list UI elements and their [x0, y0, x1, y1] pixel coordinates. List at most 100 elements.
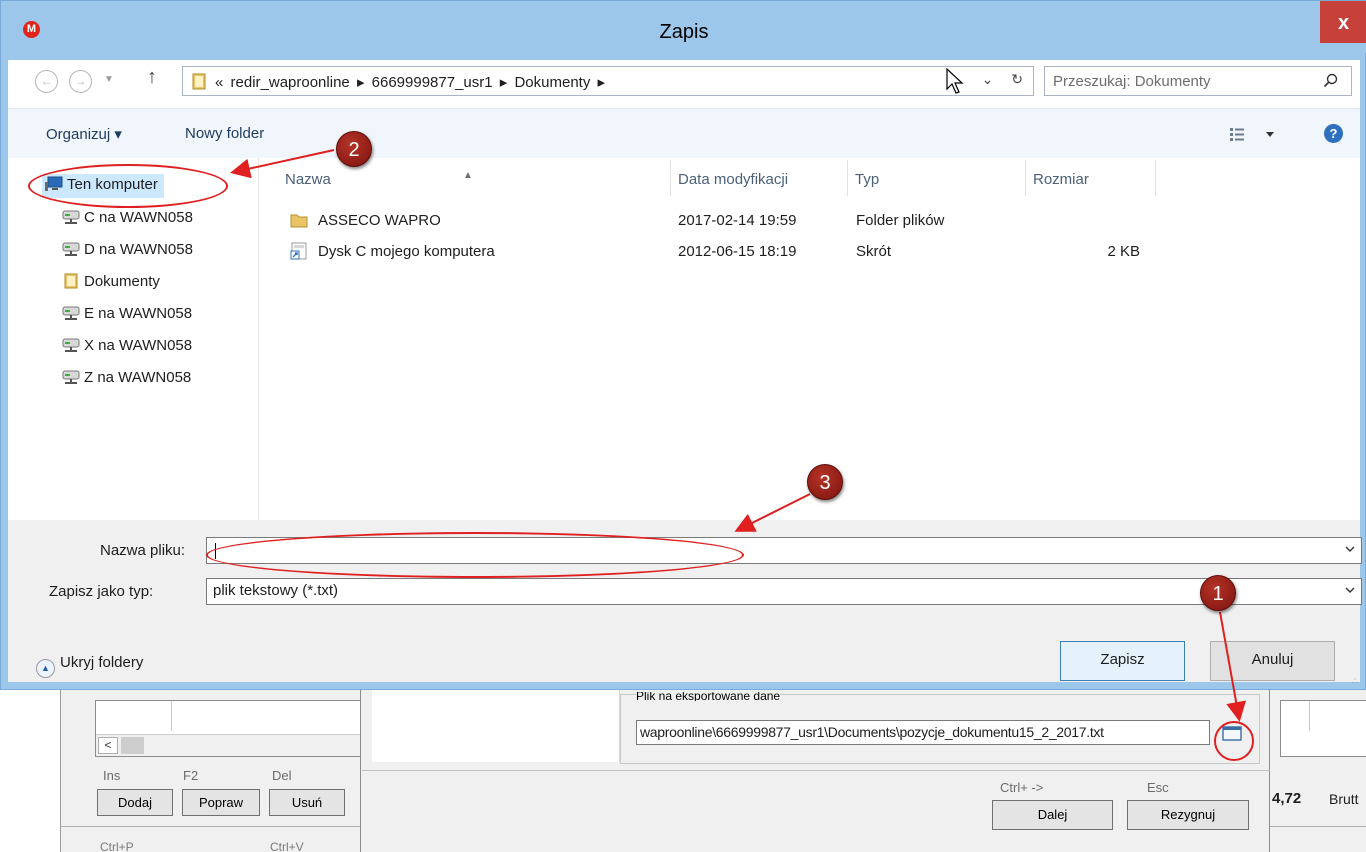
tree-item-drive-c[interactable]: C na WAWN058: [62, 207, 193, 231]
library-icon: [192, 73, 206, 90]
export-path-input[interactable]: waproonline\6669999877_usr1\Documents\po…: [636, 720, 1210, 745]
breadcrumb-item[interactable]: redir_waproonline: [231, 74, 350, 91]
tree-item-label: X na WAWN058: [84, 337, 193, 354]
chevron-up-icon: ▲: [36, 659, 55, 678]
scroll-left-button[interactable]: <: [98, 737, 118, 754]
shortcut-ctrl-v: Ctrl+V: [270, 840, 304, 852]
filetype-label: Zapisz jako typ:: [49, 583, 154, 600]
toolbar: Organizuj ▾ Nowy folder ?: [8, 108, 1360, 158]
breadcrumb-item[interactable]: Dokumenty: [514, 74, 590, 91]
tree-item-documents[interactable]: Dokumenty: [62, 271, 160, 295]
edit-button[interactable]: Popraw: [182, 789, 260, 816]
file-row[interactable]: ASSECO WAPRO 2017-02-14 19:59 Folder pli…: [278, 208, 1156, 236]
cancel-button[interactable]: Anuluj: [1210, 641, 1335, 681]
shortcut-icon: [290, 239, 308, 265]
view-options-icon[interactable]: [1228, 126, 1288, 142]
column-header-type[interactable]: Typ: [848, 160, 1026, 196]
dialog-title: Zapis: [659, 21, 709, 43]
chevron-down-icon[interactable]: ⌄: [982, 71, 994, 87]
add-button[interactable]: Dodaj: [97, 789, 173, 816]
annotation-badge-2: 2: [336, 131, 372, 167]
library-icon: [64, 273, 78, 289]
file-name: Dysk C mojego komputera: [318, 243, 495, 260]
network-drive-icon: [62, 242, 80, 256]
search-icon[interactable]: [1323, 73, 1339, 89]
file-date: 2017-02-14 19:59: [678, 212, 797, 229]
tree-item-drive-e[interactable]: E na WAWN058: [62, 303, 192, 327]
filetype-value: plik tekstowy (*.txt): [213, 582, 339, 599]
address-controls: ⌄ ↻: [982, 71, 1023, 88]
resize-grip-icon[interactable]: ∴: [1352, 676, 1362, 848]
chevron-down-icon[interactable]: [1345, 585, 1355, 595]
network-drive-icon: [62, 210, 80, 224]
close-button[interactable]: x: [1320, 1, 1366, 43]
organize-menu[interactable]: Organizuj ▾: [46, 125, 122, 143]
network-drive-icon: [62, 306, 80, 320]
tree-item-label: E na WAWN058: [84, 305, 193, 322]
column-header-date[interactable]: Data modyfikacji: [671, 160, 848, 196]
file-size: 2 KB: [1107, 243, 1140, 260]
shortcut-ctrl-p: Ctrl+P: [100, 840, 134, 852]
save-button[interactable]: Zapisz: [1060, 641, 1185, 681]
next-button[interactable]: Dalej: [992, 800, 1113, 830]
breadcrumb: « redir_waproonline ▸ 6669999877_usr1 ▸ …: [215, 73, 608, 91]
tree-item-label: C na WAWN058: [84, 209, 193, 226]
export-dialog-side: [372, 690, 620, 762]
sort-ascending-icon: ▲: [463, 170, 473, 181]
shortcut-ins: Ins: [103, 768, 121, 783]
forward-arrow-icon[interactable]: →: [69, 70, 92, 93]
tree-item-label: D na WAWN058: [84, 241, 193, 258]
back-arrow-icon[interactable]: ←: [35, 70, 58, 93]
file-list-header: ▲ Nazwa Data modyfikacji Typ Rozmiar: [278, 160, 1156, 196]
network-drive-icon: [62, 370, 80, 384]
title-bar: M Zapis x: [1, 1, 1366, 53]
file-type: Skrót: [856, 243, 892, 260]
shortcut-f2: F2: [183, 768, 199, 783]
refresh-icon[interactable]: ↻: [1011, 71, 1023, 87]
up-arrow-icon[interactable]: ↑: [147, 66, 157, 89]
tree-item-label: Dokumenty: [84, 273, 160, 290]
file-type: Folder plików: [856, 212, 945, 229]
help-icon[interactable]: ?: [1324, 124, 1343, 143]
column-header-name[interactable]: ▲ Nazwa: [278, 160, 671, 196]
chevron-right-icon[interactable]: ▸: [357, 74, 365, 91]
annotation-oval-this-pc: [28, 164, 228, 208]
hide-folders-button[interactable]: ▲ Ukryj foldery: [36, 654, 143, 678]
breadcrumb-item[interactable]: 6669999877_usr1: [372, 74, 493, 91]
annotation-oval-filename: [206, 532, 744, 578]
chevron-down-icon[interactable]: [1345, 544, 1355, 554]
filetype-select[interactable]: plik tekstowy (*.txt): [206, 578, 1362, 605]
delete-button[interactable]: Usuń: [269, 789, 345, 816]
total-value: 4,72: [1272, 790, 1302, 807]
mouse-cursor-icon: [946, 68, 964, 94]
background-grid: <: [95, 700, 375, 757]
content-area: Ten komputer C na WAWN058 D na WAWN058 D…: [8, 158, 1360, 520]
tree-item-drive-x[interactable]: X na WAWN058: [62, 335, 192, 359]
search-input[interactable]: [1053, 72, 1313, 90]
tree-item-drive-d[interactable]: D na WAWN058: [62, 239, 193, 263]
address-bar[interactable]: « redir_waproonline ▸ 6669999877_usr1 ▸ …: [182, 66, 1034, 96]
tree-item-drive-z[interactable]: Z na WAWN058: [62, 367, 191, 391]
annotation-badge-1: 1: [1200, 575, 1236, 611]
file-row[interactable]: Dysk C mojego komputera 2012-06-15 18:19…: [278, 239, 1156, 267]
filename-label: Nazwa pliku:: [100, 542, 186, 559]
annotation-oval-browse: [1214, 721, 1254, 761]
shortcut-esc: Esc: [1147, 780, 1169, 795]
scroll-thumb[interactable]: [121, 737, 144, 754]
resign-button[interactable]: Rezygnuj: [1127, 800, 1249, 830]
column-header-size[interactable]: Rozmiar: [1026, 160, 1156, 196]
horizontal-scrollbar[interactable]: <: [96, 734, 374, 756]
recent-locations-icon[interactable]: ▼: [104, 74, 114, 85]
breadcrumb-overflow[interactable]: «: [215, 74, 223, 91]
file-name: ASSECO WAPRO: [318, 212, 441, 229]
chevron-right-icon[interactable]: ▸: [500, 74, 508, 91]
file-date: 2012-06-15 18:19: [678, 243, 797, 260]
chevron-right-icon[interactable]: ▸: [598, 74, 606, 91]
navigation-pane: Ten komputer C na WAWN058 D na WAWN058 D…: [8, 158, 259, 520]
search-box[interactable]: [1044, 66, 1352, 96]
new-folder-button[interactable]: Nowy folder: [185, 125, 264, 142]
annotation-badge-3: 3: [807, 464, 843, 500]
tree-item-label: Z na WAWN058: [84, 369, 192, 386]
network-drive-icon: [62, 338, 80, 352]
folder-icon: [290, 208, 308, 234]
